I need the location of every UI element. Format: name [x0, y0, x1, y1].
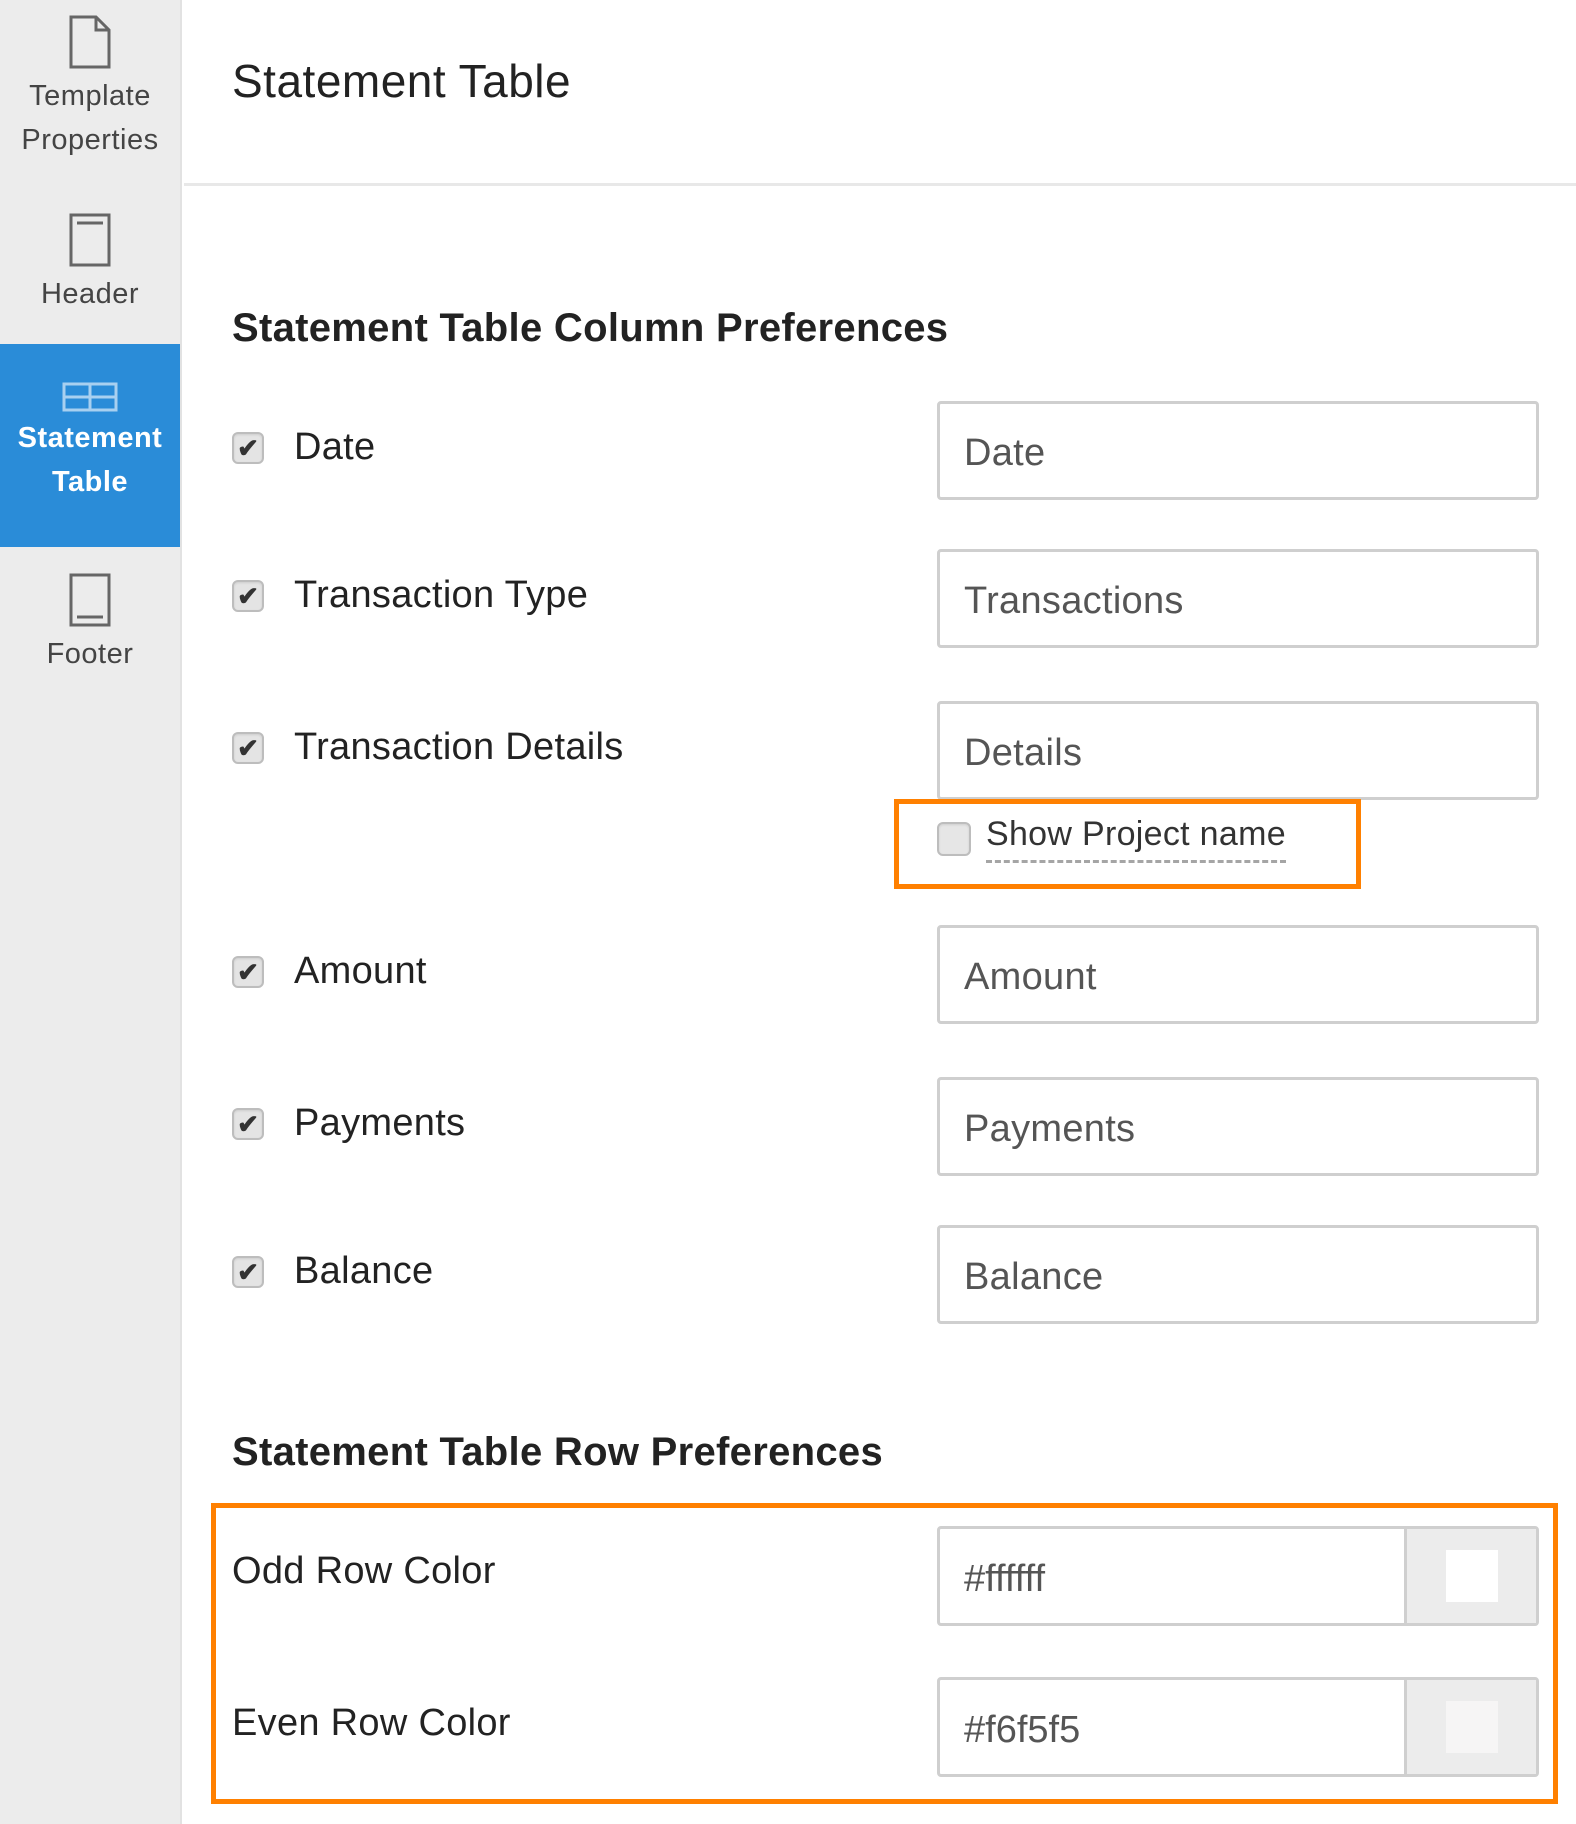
transaction-details-column-name-input[interactable]: Details [937, 701, 1539, 800]
column-label: Transaction Type [294, 574, 589, 616]
sidebar: Template Properties Header Statement Tab… [0, 0, 182, 1824]
transaction-type-column-name-input[interactable]: Transactions [937, 549, 1539, 648]
page-header-icon [69, 213, 111, 267]
checkmark-icon: ✔ [237, 732, 259, 763]
sidebar-item-footer[interactable]: Footer [0, 572, 180, 692]
even-row-color-input: #f6f5f5 [937, 1677, 1539, 1777]
sidebar-item-label: Statement [17, 422, 163, 454]
sidebar-item-label: Header [40, 278, 140, 310]
payments-column-name-input[interactable]: Payments [937, 1077, 1539, 1176]
column-label: Balance [294, 1250, 434, 1292]
document-icon [69, 15, 111, 69]
checkmark-icon: ✔ [237, 1108, 259, 1139]
payments-checkbox[interactable]: ✔ [232, 1107, 264, 1140]
main-panel: Statement Table Statement Table Column P… [184, 0, 1576, 1824]
date-checkbox[interactable]: ✔ [232, 431, 264, 464]
sidebar-item-label: Template [29, 80, 151, 112]
column-label: Amount [294, 950, 427, 992]
color-swatch [1445, 1550, 1498, 1602]
sidebar-item-template-properties[interactable]: Template Properties [0, 14, 180, 174]
balance-column-name-input[interactable]: Balance [937, 1225, 1539, 1324]
table-icon [62, 382, 118, 412]
even-row-color-value[interactable]: #f6f5f5 [940, 1680, 1404, 1774]
column-row-balance: ✔ Balance [232, 1250, 433, 1293]
sidebar-item-label: Footer [46, 638, 134, 670]
odd-row-color-input: #ffffff [937, 1526, 1539, 1626]
even-row-color-picker[interactable] [1404, 1680, 1536, 1774]
date-column-name-input[interactable]: Date [937, 401, 1539, 500]
even-row-color-label: Even Row Color [232, 1702, 511, 1744]
amount-column-name-input[interactable]: Amount [937, 925, 1539, 1024]
row-preferences-title: Statement Table Row Preferences [232, 1430, 883, 1474]
page-title: Statement Table [232, 55, 572, 107]
amount-checkbox[interactable]: ✔ [232, 955, 264, 988]
page-footer-icon [69, 573, 111, 627]
column-preferences-title: Statement Table Column Preferences [232, 306, 949, 350]
column-label: Date [294, 426, 376, 468]
odd-row-color-label: Odd Row Color [232, 1550, 496, 1592]
checkmark-icon: ✔ [237, 580, 259, 611]
checkmark-icon: ✔ [237, 432, 259, 463]
column-row-transaction-details: ✔ Transaction Details [232, 726, 624, 769]
show-project-name-option: Show Project name [937, 815, 1286, 863]
column-row-transaction-type: ✔ Transaction Type [232, 574, 588, 617]
odd-row-color-value[interactable]: #ffffff [940, 1529, 1404, 1623]
balance-checkbox[interactable]: ✔ [232, 1255, 264, 1288]
page-header: Statement Table [184, 0, 1576, 186]
sidebar-item-header[interactable]: Header [0, 212, 180, 332]
show-project-name-checkbox[interactable] [937, 822, 971, 856]
transaction-type-checkbox[interactable]: ✔ [232, 579, 264, 612]
column-label: Payments [294, 1102, 466, 1144]
column-row-amount: ✔ Amount [232, 950, 427, 993]
column-row-payments: ✔ Payments [232, 1102, 465, 1145]
odd-row-color-picker[interactable] [1404, 1529, 1536, 1623]
color-swatch [1445, 1701, 1498, 1753]
show-project-name-label[interactable]: Show Project name [986, 815, 1286, 863]
sidebar-item-statement-table[interactable]: Statement Table [0, 344, 180, 547]
checkmark-icon: ✔ [237, 1256, 259, 1287]
column-row-date: ✔ Date [232, 426, 375, 469]
sidebar-item-label: Table [51, 466, 129, 498]
transaction-details-checkbox[interactable]: ✔ [232, 731, 264, 764]
sidebar-item-label: Properties [21, 124, 159, 156]
checkmark-icon: ✔ [237, 956, 259, 987]
column-label: Transaction Details [294, 726, 624, 768]
